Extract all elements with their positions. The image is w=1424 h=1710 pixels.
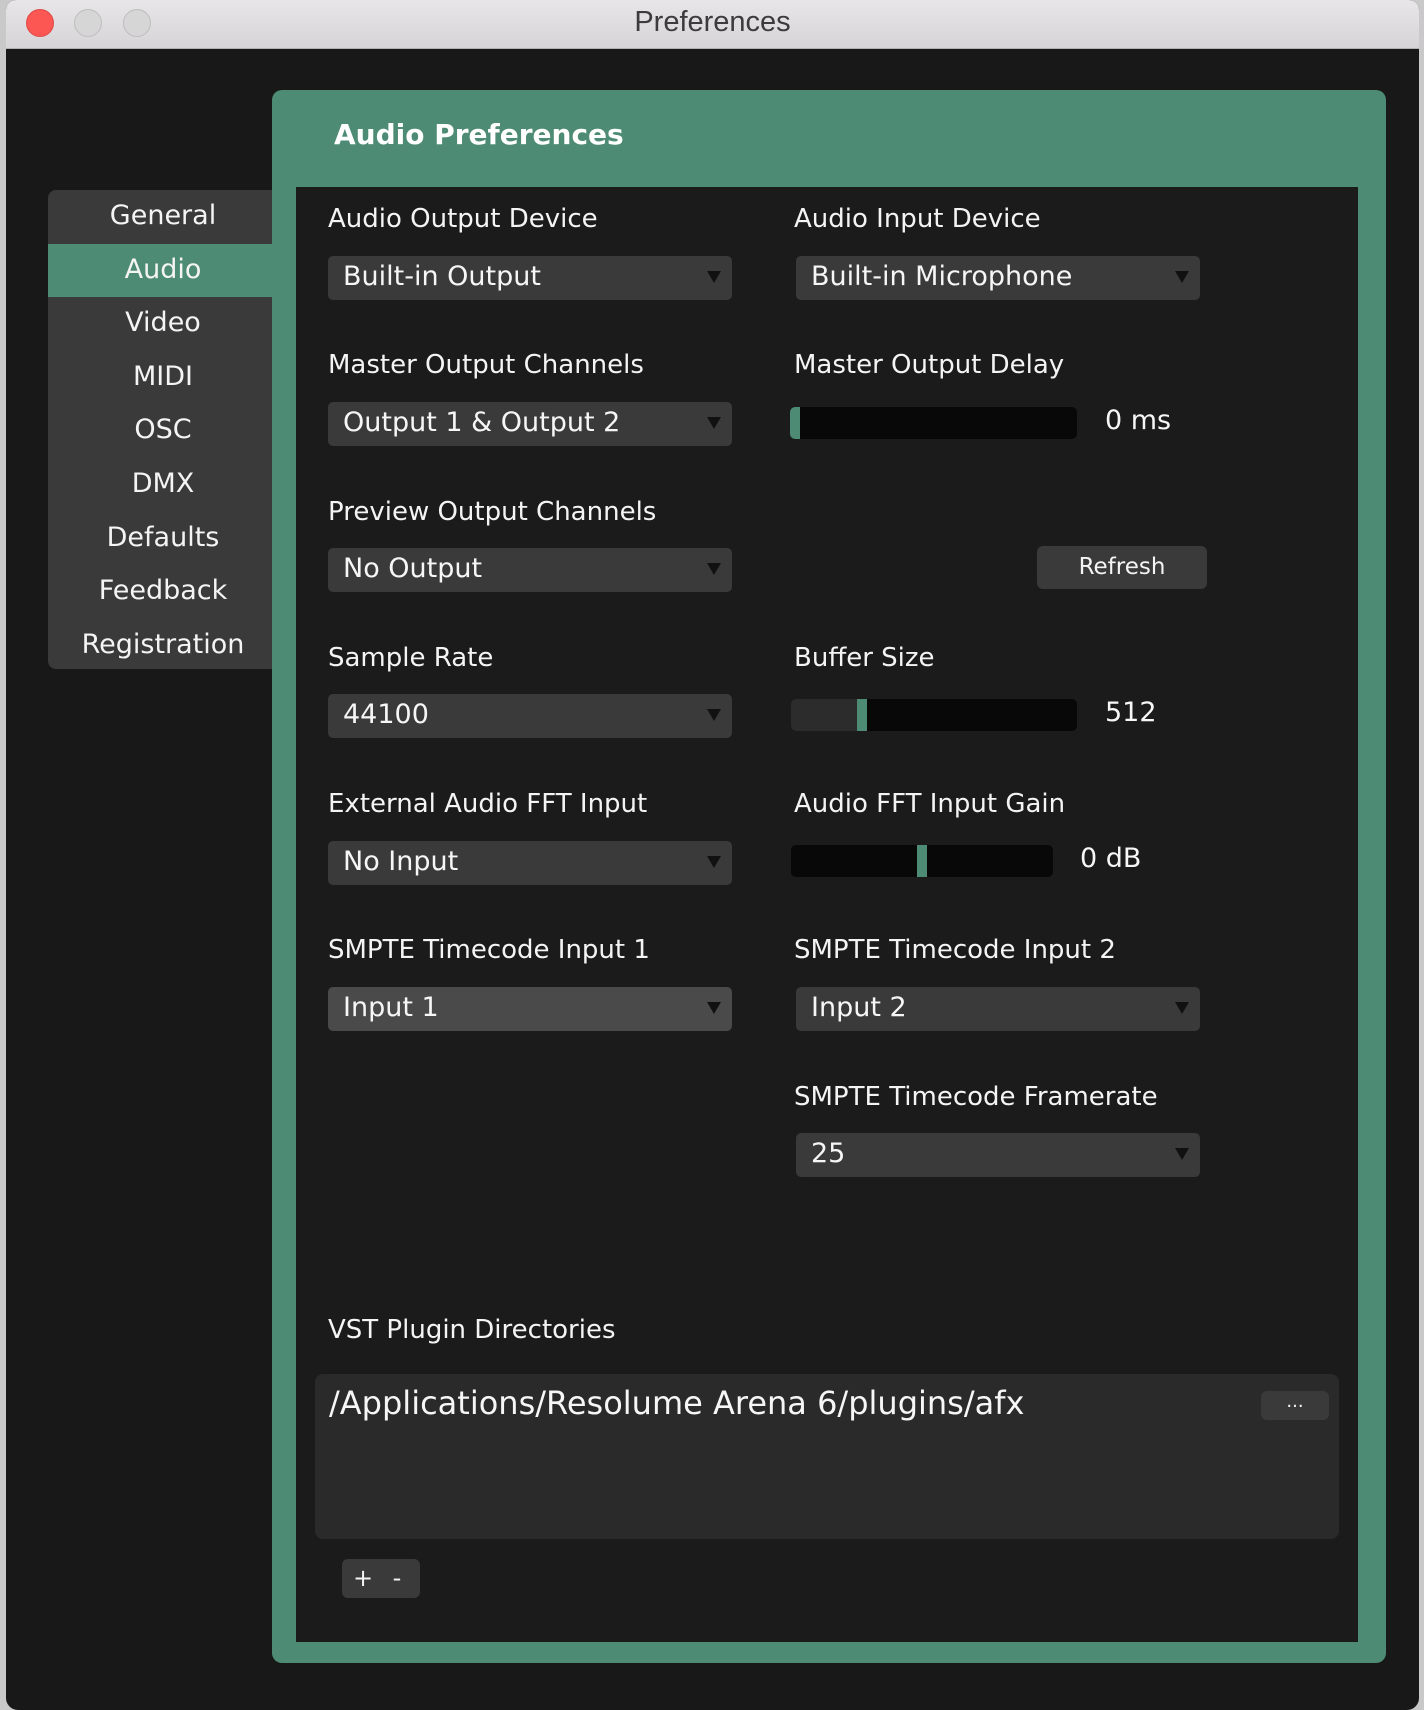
slider-handle[interactable]: [790, 407, 800, 439]
buffer-size-label: Buffer Size: [794, 643, 935, 673]
sidebar-item-defaults[interactable]: Defaults: [48, 512, 278, 566]
list-item[interactable]: /Applications/Resolume Arena 6/plugins/a…: [329, 1384, 1024, 1422]
add-remove-directory-buttons: + -: [342, 1559, 420, 1598]
dropdown-value: Built-in Microphone: [811, 261, 1073, 292]
slider-fill: [791, 699, 857, 731]
smpte-framerate-label: SMPTE Timecode Framerate: [794, 1082, 1158, 1112]
sample-rate-label: Sample Rate: [328, 643, 494, 673]
dropdown-value: Built-in Output: [343, 261, 541, 292]
smpte-input-2-dropdown[interactable]: Input 2: [796, 987, 1200, 1031]
refresh-button[interactable]: Refresh: [1037, 546, 1207, 589]
dropdown-value: 44100: [343, 699, 429, 730]
master-output-delay-value: 0 ms: [1105, 405, 1172, 436]
chevron-down-icon: [1175, 271, 1189, 283]
external-fft-input-dropdown[interactable]: No Input: [328, 841, 732, 885]
smpte-framerate-dropdown[interactable]: 25: [796, 1133, 1200, 1177]
chevron-down-icon: [707, 417, 721, 429]
sidebar-item-midi[interactable]: MIDI: [48, 351, 278, 405]
master-output-delay-slider[interactable]: [790, 407, 1077, 439]
master-output-channels-dropdown[interactable]: Output 1 & Output 2: [328, 402, 732, 446]
sidebar-item-registration[interactable]: Registration: [48, 619, 278, 669]
external-fft-input-label: External Audio FFT Input: [328, 789, 648, 819]
preferences-window: Preferences General Audio Video MIDI OSC…: [6, 0, 1419, 1710]
dropdown-value: 25: [811, 1138, 846, 1169]
audio-output-device-label: Audio Output Device: [328, 204, 598, 234]
settings-area: Audio Output Device Built-in Output Audi…: [296, 187, 1358, 1642]
browse-directory-button[interactable]: ...: [1261, 1391, 1329, 1420]
sidebar-item-osc[interactable]: OSC: [48, 404, 278, 458]
dropdown-value: Output 1 & Output 2: [343, 407, 621, 438]
vst-directories-label: VST Plugin Directories: [328, 1315, 616, 1345]
chevron-down-icon: [707, 1002, 721, 1014]
panel-title: Audio Preferences: [334, 118, 624, 151]
dropdown-value: No Input: [343, 846, 459, 877]
fft-input-gain-slider[interactable]: [791, 845, 1053, 877]
window-title: Preferences: [634, 6, 791, 38]
preview-output-channels-dropdown[interactable]: No Output: [328, 548, 732, 592]
sidebar: General Audio Video MIDI OSC DMX Default…: [48, 190, 278, 669]
chevron-down-icon: [1175, 1148, 1189, 1160]
chevron-down-icon: [707, 271, 721, 283]
smpte-input-1-dropdown[interactable]: Input 1: [328, 987, 732, 1031]
sidebar-item-audio[interactable]: Audio: [48, 243, 278, 298]
chevron-down-icon: [707, 856, 721, 868]
dropdown-value: No Output: [343, 553, 483, 584]
smpte-input-2-label: SMPTE Timecode Input 2: [794, 935, 1116, 965]
master-output-channels-label: Master Output Channels: [328, 350, 644, 380]
dropdown-value: Input 2: [811, 992, 907, 1023]
audio-input-device-dropdown[interactable]: Built-in Microphone: [796, 256, 1200, 300]
chevron-down-icon: [707, 563, 721, 575]
buffer-size-value: 512: [1105, 697, 1157, 728]
fft-input-gain-label: Audio FFT Input Gain: [794, 789, 1066, 819]
chevron-down-icon: [1175, 1002, 1189, 1014]
buffer-size-slider[interactable]: [791, 699, 1077, 731]
sample-rate-dropdown[interactable]: 44100: [328, 694, 732, 738]
master-output-delay-label: Master Output Delay: [794, 350, 1065, 380]
vst-directories-list[interactable]: /Applications/Resolume Arena 6/plugins/a…: [315, 1374, 1339, 1539]
dropdown-value: Input 1: [343, 992, 439, 1023]
add-directory-button[interactable]: +: [348, 1562, 378, 1594]
sidebar-item-dmx[interactable]: DMX: [48, 458, 278, 512]
audio-output-device-dropdown[interactable]: Built-in Output: [328, 256, 732, 300]
sidebar-item-video[interactable]: Video: [48, 297, 278, 351]
remove-directory-button[interactable]: -: [382, 1562, 412, 1594]
slider-handle[interactable]: [917, 845, 927, 877]
slider-handle[interactable]: [857, 699, 867, 731]
sidebar-item-general[interactable]: General: [48, 190, 278, 244]
preview-output-channels-label: Preview Output Channels: [328, 497, 657, 527]
audio-input-device-label: Audio Input Device: [794, 204, 1041, 234]
chevron-down-icon: [707, 709, 721, 721]
smpte-input-1-label: SMPTE Timecode Input 1: [328, 935, 650, 965]
fft-input-gain-value: 0 dB: [1080, 843, 1142, 874]
title-bar: Preferences: [6, 0, 1419, 49]
audio-preferences-panel: Audio Preferences Audio Output Device Bu…: [272, 90, 1386, 1663]
sidebar-item-feedback[interactable]: Feedback: [48, 565, 278, 619]
